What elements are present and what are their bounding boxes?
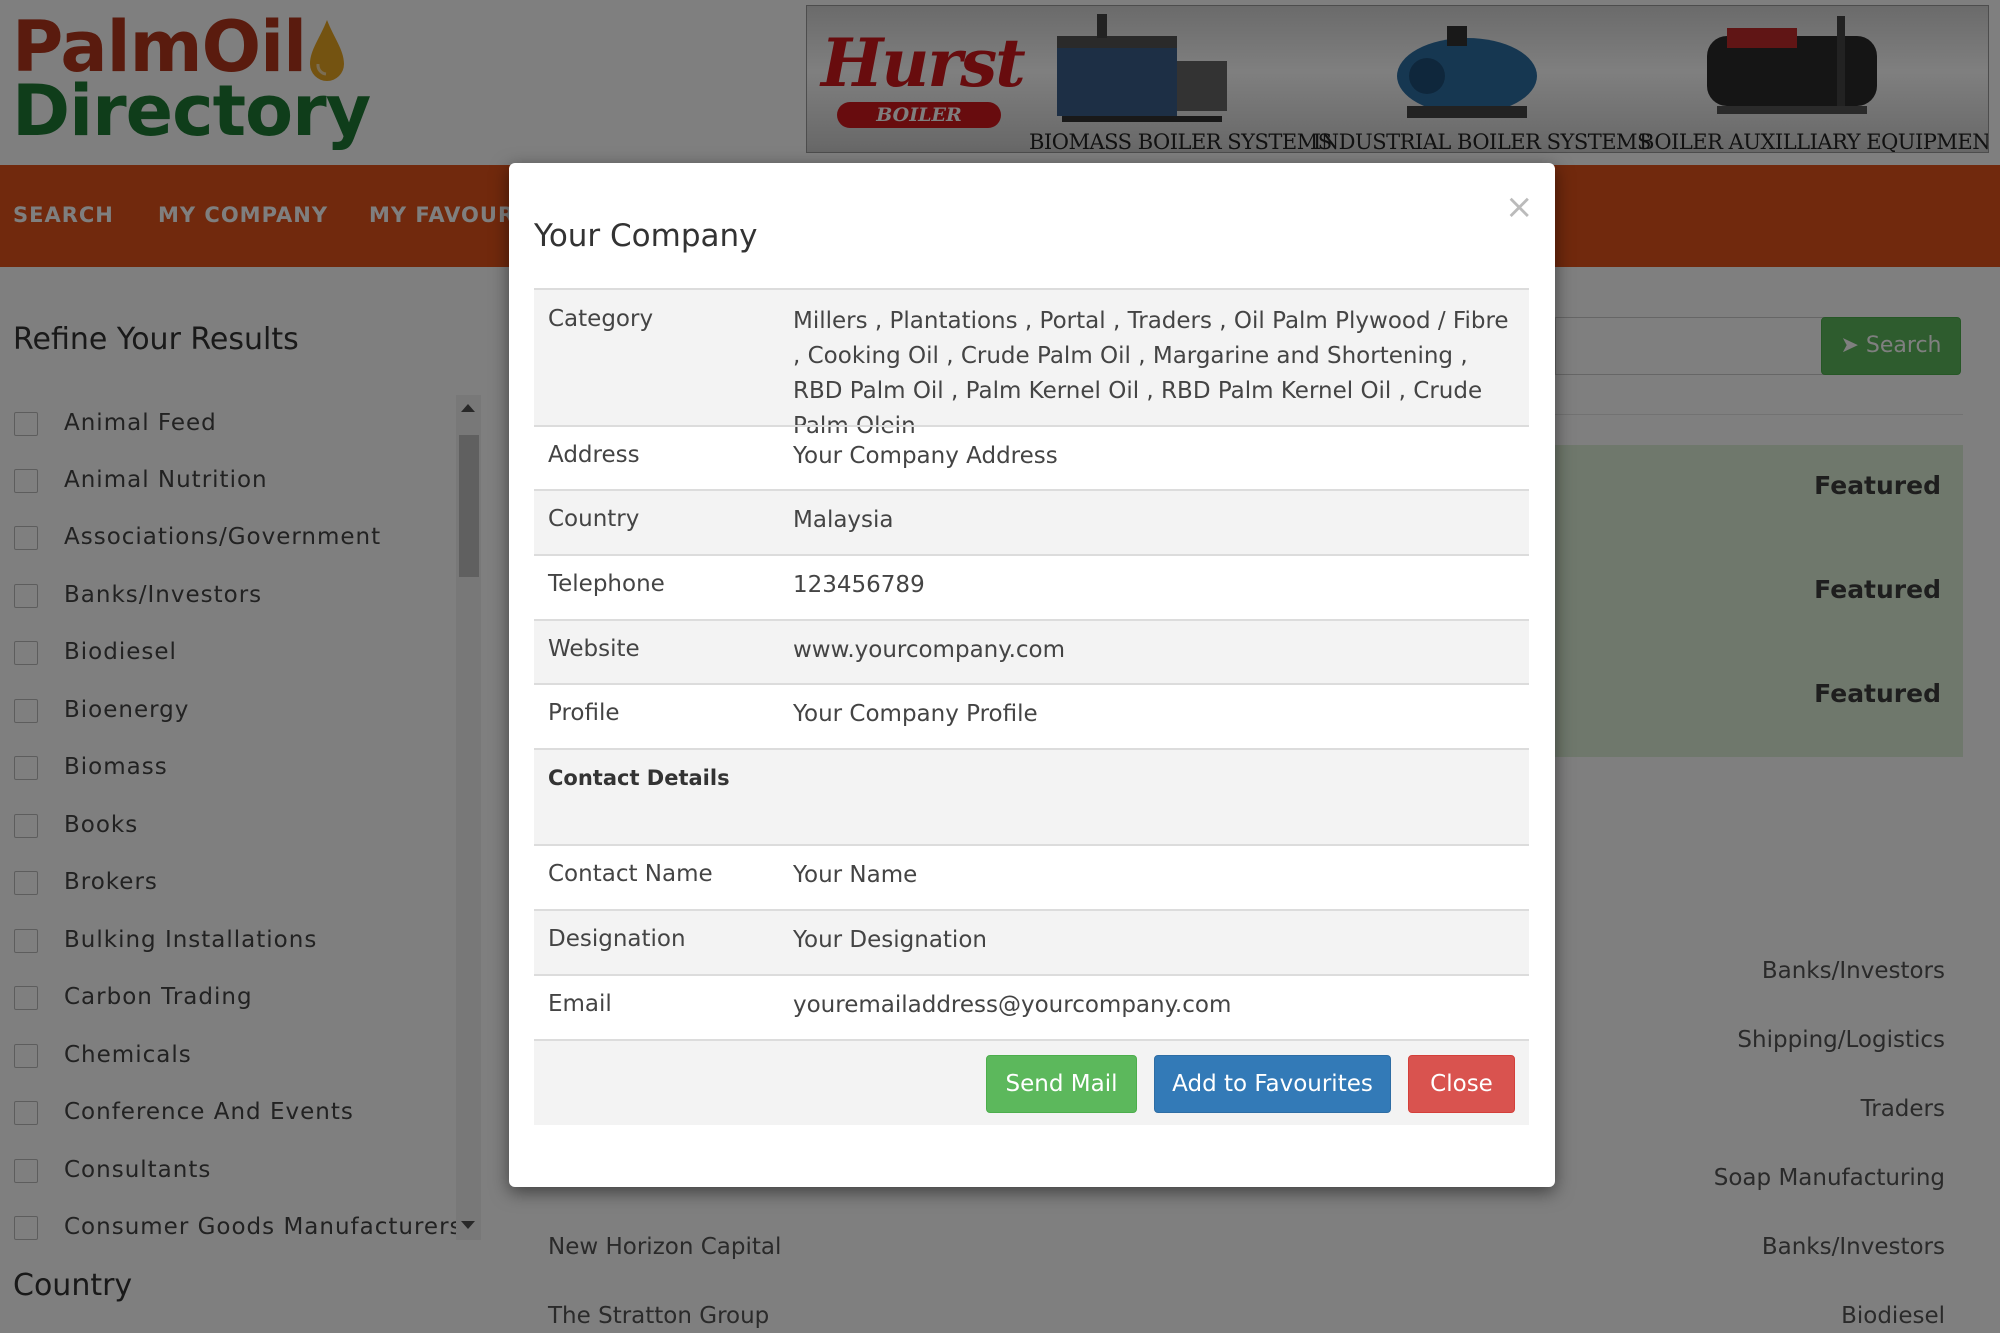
close-icon[interactable]: × bbox=[1505, 190, 1534, 224]
detail-key: Country bbox=[548, 506, 640, 532]
detail-key: Website bbox=[548, 636, 640, 662]
detail-value: Your Name bbox=[793, 862, 918, 888]
detail-row-contact-name: Contact Name Your Name bbox=[534, 844, 1529, 909]
detail-row-country: Country Malaysia bbox=[534, 489, 1529, 554]
detail-value: Your Company Address bbox=[793, 443, 1058, 469]
close-button[interactable]: Close bbox=[1408, 1055, 1515, 1113]
modal-footer: Send Mail Add to Favourites Close bbox=[534, 1039, 1529, 1125]
detail-row-address: Address Your Company Address bbox=[534, 425, 1529, 489]
detail-key: Profile bbox=[548, 700, 620, 726]
detail-key: Email bbox=[548, 991, 612, 1017]
detail-value[interactable]: www.yourcompany.com bbox=[793, 633, 1518, 668]
detail-row-designation: Designation Your Designation bbox=[534, 909, 1529, 974]
detail-key: Address bbox=[548, 442, 640, 468]
detail-row-telephone: Telephone 123456789 bbox=[534, 554, 1529, 619]
detail-key: Designation bbox=[548, 926, 686, 952]
contact-details-heading: Contact Details bbox=[548, 766, 730, 790]
detail-row-email: Email youremailaddress@yourcompany.com bbox=[534, 974, 1529, 1039]
detail-row-category: Category Millers , Plantations , Portal … bbox=[534, 288, 1529, 439]
detail-key: Telephone bbox=[548, 571, 665, 597]
detail-value: Your Designation bbox=[793, 927, 987, 953]
send-mail-button[interactable]: Send Mail bbox=[986, 1055, 1137, 1113]
add-to-favourites-button[interactable]: Add to Favourites bbox=[1154, 1055, 1391, 1113]
detail-value[interactable]: youremailaddress@yourcompany.com bbox=[793, 988, 1518, 1023]
detail-key: Category bbox=[548, 306, 654, 332]
detail-row-profile: Profile Your Company Profile bbox=[534, 683, 1529, 748]
detail-value: Millers , Plantations , Portal , Traders… bbox=[793, 308, 1509, 439]
contact-details-heading-row: Contact Details bbox=[534, 748, 1529, 844]
modal-title: Your Company bbox=[534, 218, 758, 254]
detail-value: 123456789 bbox=[793, 572, 925, 598]
detail-key: Contact Name bbox=[548, 861, 713, 887]
detail-row-website: Website www.yourcompany.com bbox=[534, 619, 1529, 683]
detail-value: Malaysia bbox=[793, 507, 894, 533]
detail-value: Your Company Profile bbox=[793, 701, 1038, 727]
